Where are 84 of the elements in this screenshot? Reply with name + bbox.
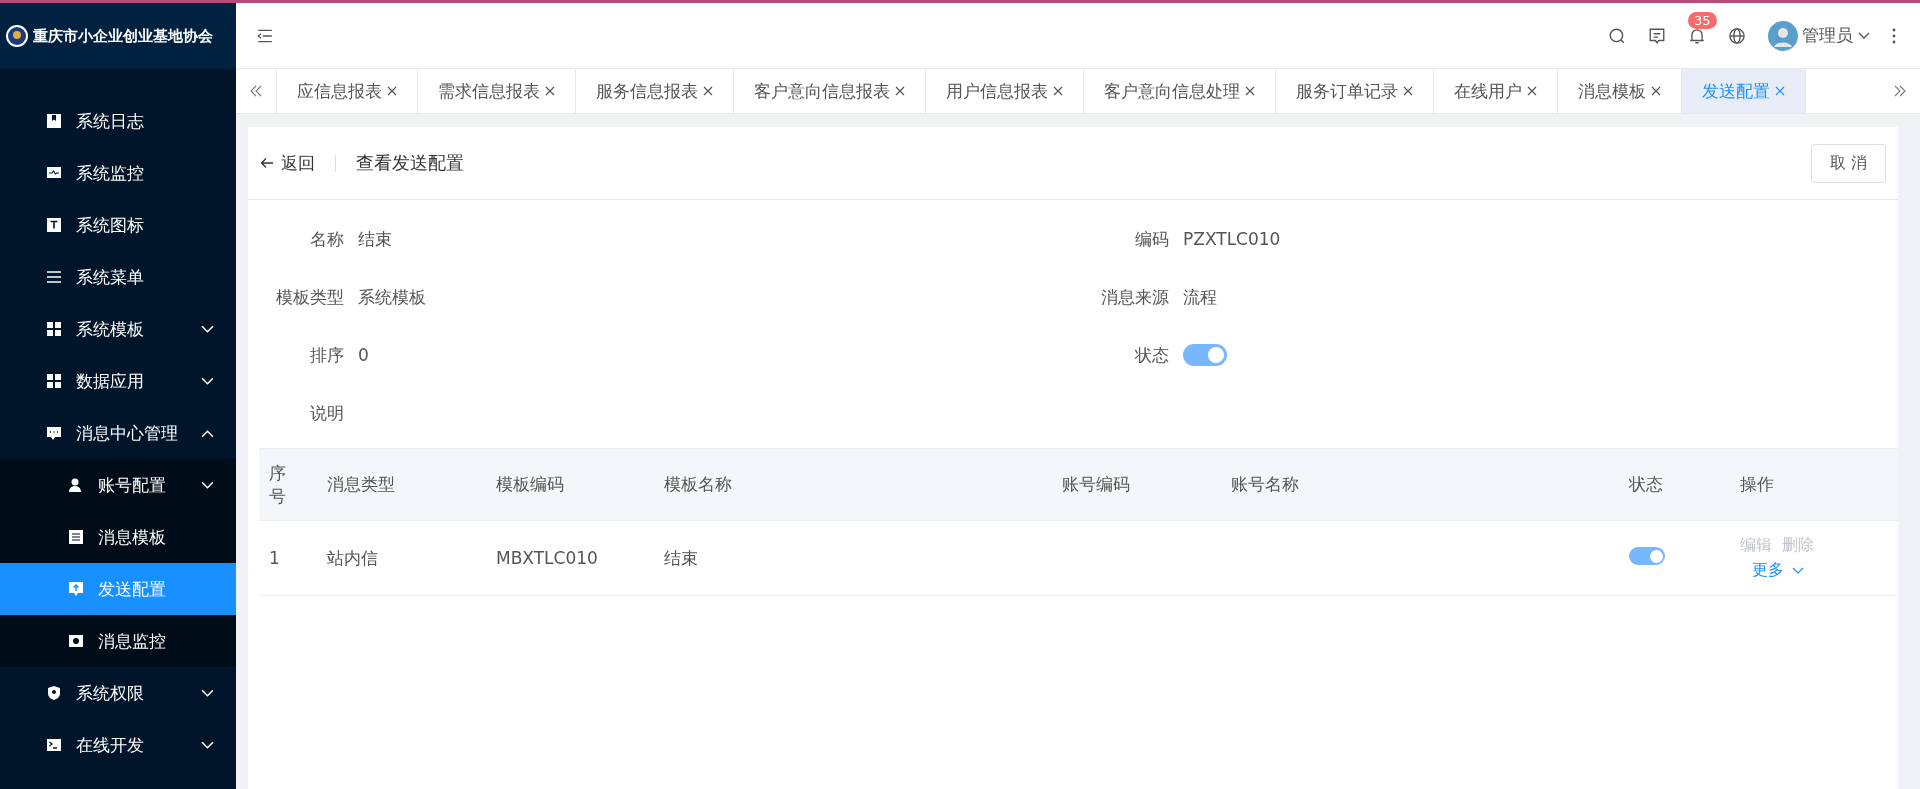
field-label: 状态 bbox=[1134, 343, 1169, 367]
close-icon[interactable] bbox=[1403, 86, 1413, 96]
text-icon bbox=[46, 217, 62, 233]
table-cell-text: 结束 bbox=[663, 546, 699, 570]
page-tab[interactable]: 在线用户 bbox=[1434, 69, 1558, 113]
field-value: 流程 bbox=[1183, 285, 1217, 309]
column-header: 账号编码 bbox=[1061, 473, 1131, 496]
close-icon[interactable] bbox=[1245, 86, 1255, 96]
sidebar-item[interactable]: 系统模板 bbox=[0, 303, 236, 355]
close-icon[interactable] bbox=[703, 86, 713, 96]
list-icon bbox=[46, 269, 62, 285]
sidebar-item[interactable]: 消息中心管理 bbox=[0, 407, 236, 459]
globe-icon[interactable] bbox=[1728, 26, 1746, 45]
close-icon[interactable] bbox=[1053, 86, 1063, 96]
status-switch[interactable] bbox=[1183, 344, 1227, 366]
user-menu[interactable]: 管理员 bbox=[1768, 20, 1870, 51]
field-label: 排序 bbox=[309, 343, 344, 367]
monitor-icon bbox=[46, 165, 62, 181]
page-tab[interactable]: 应信息报表 bbox=[277, 69, 418, 113]
page-tab[interactable]: 用户信息报表 bbox=[926, 69, 1084, 113]
sidebar-item[interactable]: 消息模板 bbox=[0, 511, 236, 563]
close-icon[interactable] bbox=[387, 86, 397, 96]
page-tab[interactable]: 服务信息报表 bbox=[576, 69, 734, 113]
sidebar-item[interactable]: 消息监控 bbox=[0, 615, 236, 667]
grid-icon bbox=[46, 321, 62, 337]
more-icon[interactable] bbox=[1892, 27, 1896, 44]
field-label: 模板类型 bbox=[275, 285, 344, 309]
status-switch[interactable] bbox=[1629, 547, 1665, 565]
field-label: 消息来源 bbox=[1100, 285, 1169, 309]
field-value: 系统模板 bbox=[358, 285, 426, 309]
page-tab[interactable]: 需求信息报表 bbox=[418, 69, 576, 113]
field-value: 结束 bbox=[358, 227, 392, 251]
chat-icon bbox=[46, 425, 62, 441]
sidebar-item[interactable]: 在线开发 bbox=[0, 719, 236, 771]
close-icon[interactable] bbox=[1527, 86, 1537, 96]
caret-icon bbox=[1858, 31, 1870, 40]
sidebar-item[interactable]: 系统监控 bbox=[0, 147, 236, 199]
sidebar-item[interactable]: 系统日志 bbox=[0, 95, 236, 147]
avatar-icon bbox=[1768, 20, 1798, 51]
page-title: 查看发送配置 bbox=[356, 151, 464, 175]
cancel-button[interactable]: 取 消 bbox=[1810, 143, 1886, 183]
field-label: 说明 bbox=[309, 401, 344, 425]
sidebar-item[interactable]: 系统权限 bbox=[0, 667, 236, 719]
field-label: 名称 bbox=[309, 227, 344, 251]
column-header: 模板名称 bbox=[663, 473, 733, 496]
close-icon[interactable] bbox=[895, 86, 905, 96]
bell-icon[interactable] bbox=[1688, 26, 1706, 45]
sidebar-item[interactable]: 系统图标 bbox=[0, 199, 236, 251]
page-tab[interactable]: 客户意向信息报表 bbox=[734, 69, 926, 113]
shield-icon bbox=[46, 685, 62, 701]
back-link[interactable]: 返回 bbox=[260, 151, 315, 175]
user-icon bbox=[68, 477, 84, 493]
terminal-icon bbox=[46, 737, 62, 753]
bookmark-icon bbox=[46, 113, 62, 129]
brand-title: 重庆市小企业创业基地协会 bbox=[33, 26, 213, 46]
field-value: PZXTLC010 bbox=[1183, 229, 1281, 249]
column-header: 模板编码 bbox=[495, 473, 565, 496]
sidebar-item[interactable]: 数据应用 bbox=[0, 355, 236, 407]
column-header: 状态 bbox=[1628, 473, 1664, 496]
column-header: 序号 bbox=[268, 461, 287, 508]
field-label: 编码 bbox=[1134, 227, 1169, 251]
column-header: 账号名称 bbox=[1230, 473, 1300, 496]
close-icon[interactable] bbox=[1651, 86, 1661, 96]
back-arrow-icon bbox=[260, 157, 274, 169]
caret-icon bbox=[1792, 566, 1804, 575]
upload-icon bbox=[68, 581, 84, 597]
close-icon[interactable] bbox=[545, 86, 555, 96]
column-header: 消息类型 bbox=[326, 473, 396, 496]
table-cell-text: 站内信 bbox=[326, 546, 379, 570]
page-tab[interactable]: 服务订单记录 bbox=[1276, 69, 1434, 113]
document-icon bbox=[68, 529, 84, 545]
notification-count: 35 bbox=[1688, 11, 1717, 29]
sidebar-item[interactable]: 系统菜单 bbox=[0, 251, 236, 303]
column-header: 操作 bbox=[1739, 473, 1775, 496]
sidebar-item[interactable]: 账号配置 bbox=[0, 459, 236, 511]
grid-icon bbox=[46, 373, 62, 389]
table-cell-text: MBXTLC010 bbox=[495, 548, 599, 568]
camera-icon bbox=[68, 633, 84, 649]
table-cell-text: 1 bbox=[268, 548, 281, 568]
field-value: 0 bbox=[358, 345, 369, 365]
search-icon[interactable] bbox=[1608, 26, 1626, 45]
message-icon[interactable] bbox=[1648, 26, 1666, 45]
page-tab[interactable]: 客户意向信息处理 bbox=[1084, 69, 1276, 113]
logo-icon bbox=[5, 24, 29, 48]
